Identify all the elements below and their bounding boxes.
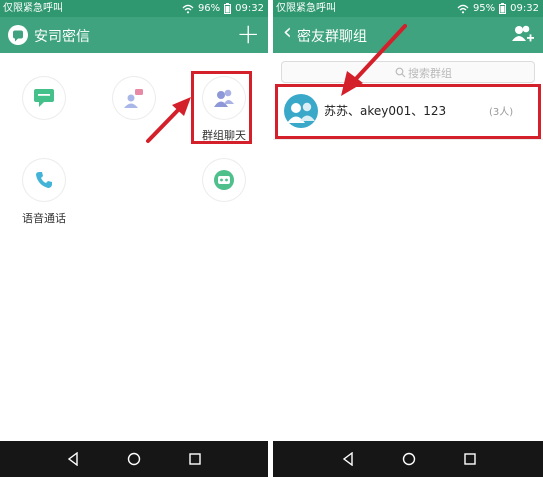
add-button[interactable]: + <box>237 17 260 51</box>
voice-call-tile[interactable] <box>23 159 65 201</box>
recents-nav-icon[interactable] <box>460 449 480 469</box>
list-divider <box>273 139 543 140</box>
robot-icon <box>214 170 234 190</box>
group-chat-highlight-box <box>191 71 252 144</box>
wifi-icon <box>182 4 194 13</box>
back-nav-icon[interactable] <box>338 449 358 469</box>
battery-percent: 96% <box>197 3 221 14</box>
wifi-icon <box>457 4 469 13</box>
home-nav-icon[interactable] <box>399 449 419 469</box>
app-bar: 安司密信 + <box>0 17 268 53</box>
navigation-bar <box>0 441 268 477</box>
clock: 09:32 <box>510 3 539 14</box>
home-nav-icon[interactable] <box>124 449 144 469</box>
back-button[interactable]: ‹ <box>283 20 292 46</box>
clock: 09:32 <box>235 3 264 14</box>
navigation-bar <box>273 441 543 477</box>
pointer-arrow <box>146 97 191 143</box>
status-bar: 仅限紧急呼叫 95% 09:32 <box>273 0 543 17</box>
chat-bubble-icon <box>34 89 54 107</box>
add-member-icon[interactable] <box>511 24 535 46</box>
pointer-arrow <box>341 24 407 96</box>
left-phone-screen: 仅限紧急呼叫 96% 09:32 安司密信 + 群组聊天 语音通话 <box>0 0 268 477</box>
app-logo-icon <box>8 25 28 45</box>
status-icons: 95% 09:32 <box>457 0 539 17</box>
recents-nav-icon[interactable] <box>185 449 205 469</box>
search-placeholder: 搜索群组 <box>408 67 452 80</box>
status-icons: 96% 09:32 <box>182 0 264 17</box>
carrier-text: 仅限紧急呼叫 <box>3 3 63 14</box>
battery-icon <box>224 3 232 14</box>
battery-icon <box>499 3 507 14</box>
right-phone-screen: 仅限紧急呼叫 95% 09:32 ‹ 密友群聊组 搜索群组 苏苏、akey001… <box>273 0 543 477</box>
phone-icon <box>36 172 52 188</box>
app-title: 安司密信 <box>34 29 90 45</box>
back-nav-icon[interactable] <box>63 449 83 469</box>
voice-call-label: 语音通话 <box>22 212 66 225</box>
messages-tile[interactable] <box>23 77 65 119</box>
status-bar: 仅限紧急呼叫 96% 09:32 <box>0 0 268 17</box>
bot-tile[interactable] <box>203 159 245 201</box>
carrier-text: 仅限紧急呼叫 <box>276 3 336 14</box>
battery-percent: 95% <box>472 3 496 14</box>
